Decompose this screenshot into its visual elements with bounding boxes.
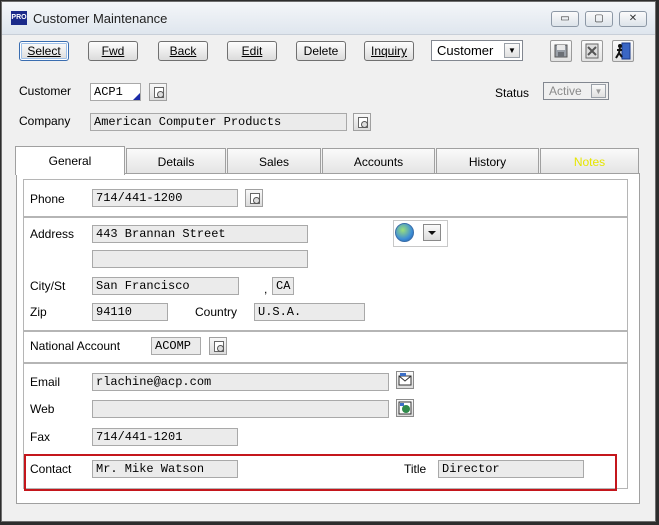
web-label: Web [30, 402, 55, 416]
restore-button[interactable]: ▢ [585, 11, 613, 27]
company-label: Company [19, 114, 71, 128]
phone-lookup-button[interactable] [245, 189, 263, 207]
customer-lookup-button[interactable] [149, 83, 167, 101]
phone-field[interactable]: 714/441-1200 [92, 189, 238, 207]
national-account-lookup-button[interactable] [209, 337, 227, 355]
app-logo-icon: PRO [11, 11, 27, 25]
save-button[interactable] [550, 40, 572, 62]
tab-details[interactable]: Details [126, 148, 226, 173]
customer-maintenance-window: PRO Customer Maintenance ▭ ▢ ✕ Select Fw… [1, 1, 656, 522]
send-email-button[interactable] [396, 371, 414, 389]
city-state-label: City/St [30, 279, 66, 293]
cancel-button[interactable] [581, 40, 603, 62]
exit-icon [615, 42, 631, 60]
fax-field[interactable]: 714/441-1201 [92, 428, 238, 446]
tab-notes[interactable]: Notes [540, 148, 639, 173]
tab-general[interactable]: General [15, 146, 125, 175]
entity-type-select[interactable]: Customer ▼ [431, 40, 523, 61]
envelope-icon [398, 373, 412, 386]
email-label: Email [30, 375, 61, 389]
tab-sales[interactable]: Sales [227, 148, 321, 173]
address-options-button[interactable] [423, 224, 441, 241]
zip-field[interactable]: 94110 [92, 303, 168, 321]
status-label: Status [495, 86, 530, 100]
status-select[interactable]: Active ▼ [543, 82, 609, 100]
address-line2-field[interactable] [92, 250, 308, 268]
state-separator: , [264, 282, 268, 296]
tab-history[interactable]: History [436, 148, 539, 173]
fax-label: Fax [30, 430, 51, 444]
country-label: Country [195, 305, 238, 319]
zip-label: Zip [30, 305, 47, 319]
delete-button[interactable]: Delete [296, 41, 346, 61]
title-bar: PRO Customer Maintenance ▭ ▢ ✕ [2, 2, 655, 35]
company-lookup-button[interactable] [353, 113, 371, 131]
chevron-down-icon [428, 231, 436, 235]
minimize-icon: ▭ [560, 13, 570, 24]
minimize-button[interactable]: ▭ [551, 11, 579, 27]
national-account-label: National Account [30, 339, 121, 353]
back-button[interactable]: Back [158, 41, 208, 61]
cancel-icon [585, 43, 599, 59]
close-button[interactable]: ✕ [619, 11, 647, 27]
open-website-button[interactable] [396, 399, 414, 417]
city-field[interactable]: San Francisco [92, 277, 239, 295]
state-field[interactable]: CA [272, 277, 294, 295]
globe-icon[interactable] [395, 223, 414, 242]
window-title: Customer Maintenance [33, 11, 168, 26]
company-field[interactable]: American Computer Products [90, 113, 347, 131]
country-field[interactable]: U.S.A. [254, 303, 365, 321]
address-line1-field[interactable]: 443 Brannan Street [92, 225, 308, 243]
email-field[interactable]: rlachine@acp.com [92, 373, 389, 391]
web-field[interactable] [92, 400, 389, 418]
tab-accounts[interactable]: Accounts [322, 148, 435, 173]
phone-label: Phone [30, 192, 65, 206]
edit-button[interactable]: Edit [227, 41, 277, 61]
select-button[interactable]: Select [19, 41, 69, 61]
restore-icon: ▢ [594, 13, 604, 24]
address-label: Address [30, 227, 75, 241]
save-icon [554, 44, 568, 58]
forward-button[interactable]: Fwd [88, 41, 138, 61]
exit-button[interactable] [612, 40, 634, 62]
close-icon: ✕ [628, 13, 638, 24]
chevron-down-icon[interactable]: ▼ [504, 43, 520, 58]
web-link-icon [398, 401, 412, 415]
chevron-down-icon[interactable]: ▼ [591, 84, 606, 98]
field-corner-marker-icon [133, 93, 140, 100]
contact-highlight-box [24, 454, 617, 491]
inquiry-button[interactable]: Inquiry [364, 41, 414, 61]
customer-label: Customer [19, 84, 72, 98]
national-account-field[interactable]: ACOMP [151, 337, 201, 355]
